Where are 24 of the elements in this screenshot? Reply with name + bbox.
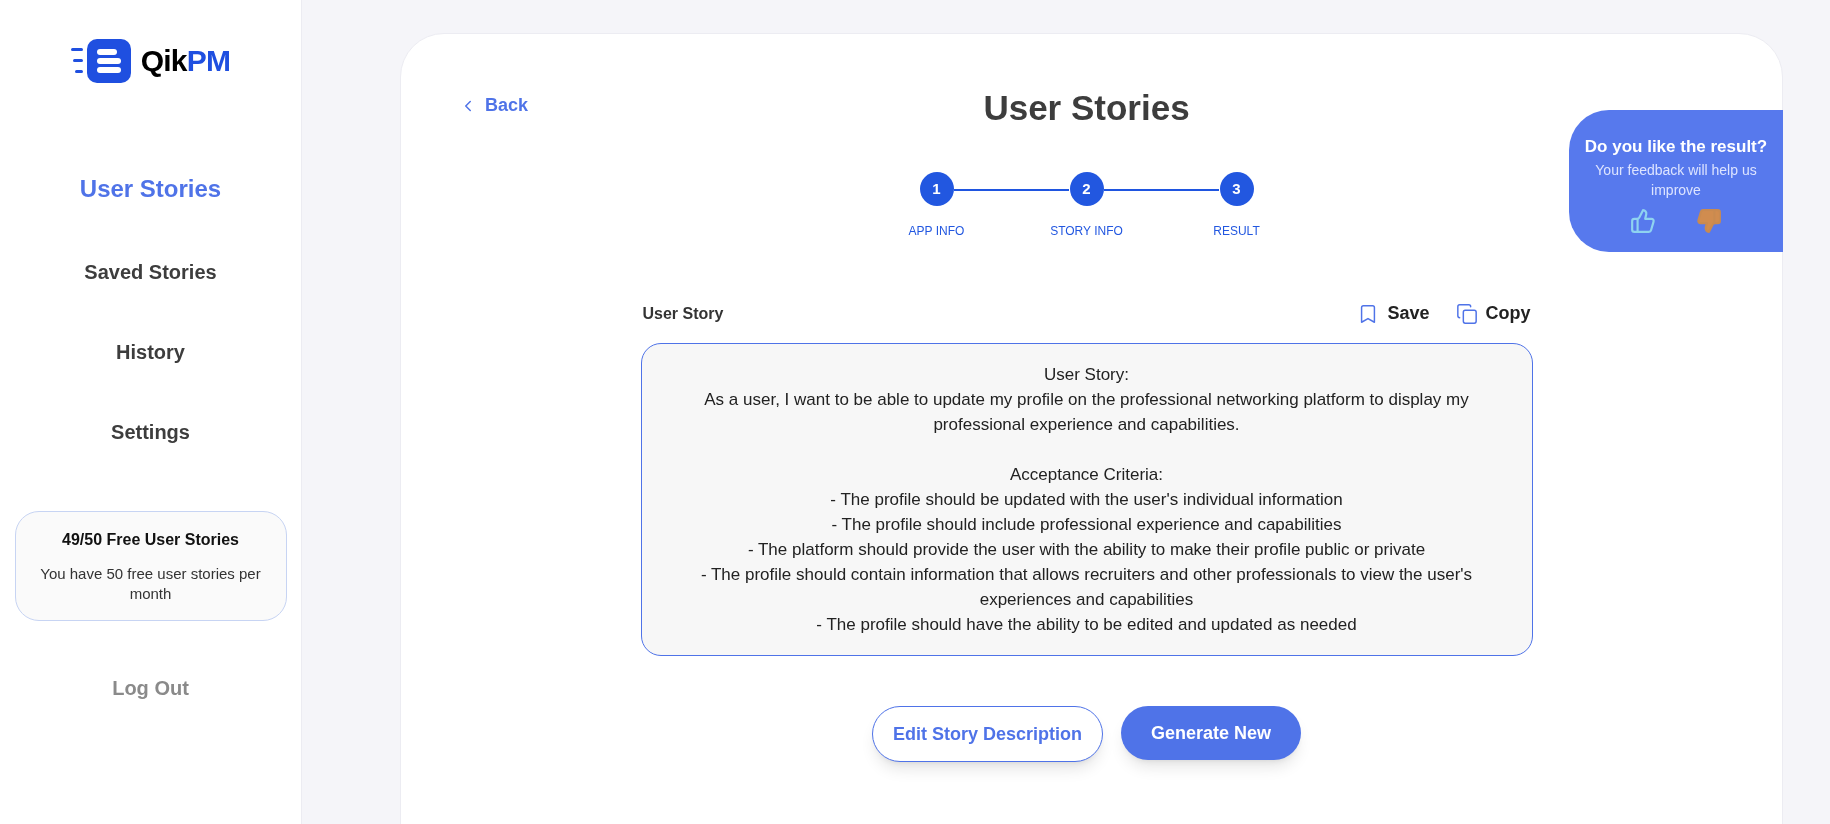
logo-icon bbox=[70, 38, 133, 83]
step-label: RESULT bbox=[1213, 223, 1260, 240]
nav-item[interactable]: Settings bbox=[111, 417, 190, 447]
nav-item[interactable]: User Stories bbox=[79, 171, 222, 207]
story-text-field[interactable]: User Story: As a user, I want to be able to update my profile on the professional networking platform to display my professional experience and capabilities. Acceptance Criteria: - The profile should be updated with the user's individual information - The profile should include professional experience and capabilities - The platform should provide the user with the ability to make their profile public or private - The profile should contain information that allows recruiters and other professionals to view the user's experiences and capabilities - The profile should have the ability to be edited and updated as needed bbox=[640, 343, 1533, 656]
quota-text: You have 50 free user stories per month bbox=[39, 564, 262, 604]
thumbs-down-icon[interactable] bbox=[1696, 207, 1722, 234]
thumbs-up-icon[interactable] bbox=[1630, 207, 1656, 234]
page-title: User Stories bbox=[983, 87, 1190, 129]
edit-button[interactable]: Edit Story Description bbox=[871, 706, 1103, 762]
save-button[interactable]: Save bbox=[1357, 300, 1430, 327]
feedback-title: Do you like the result? bbox=[1584, 136, 1768, 158]
step-label: STORY INFO bbox=[1050, 223, 1123, 240]
generate-button[interactable]: Generate New bbox=[1121, 706, 1302, 760]
copy-button[interactable]: Copy bbox=[1455, 300, 1531, 327]
nav-item[interactable]: Saved Stories bbox=[84, 257, 217, 287]
copy-icon bbox=[1455, 302, 1478, 325]
step-label: APP INFO bbox=[908, 223, 965, 240]
quota-title: 49/50 Free User Stories bbox=[62, 530, 239, 550]
back-link[interactable]: Back bbox=[459, 92, 529, 119]
logo-text: QikPM bbox=[140, 43, 231, 79]
feedback-text: Your feedback will help us improve bbox=[1594, 160, 1758, 200]
story-label: User Story bbox=[642, 303, 724, 324]
nav-item[interactable]: History bbox=[116, 337, 185, 367]
